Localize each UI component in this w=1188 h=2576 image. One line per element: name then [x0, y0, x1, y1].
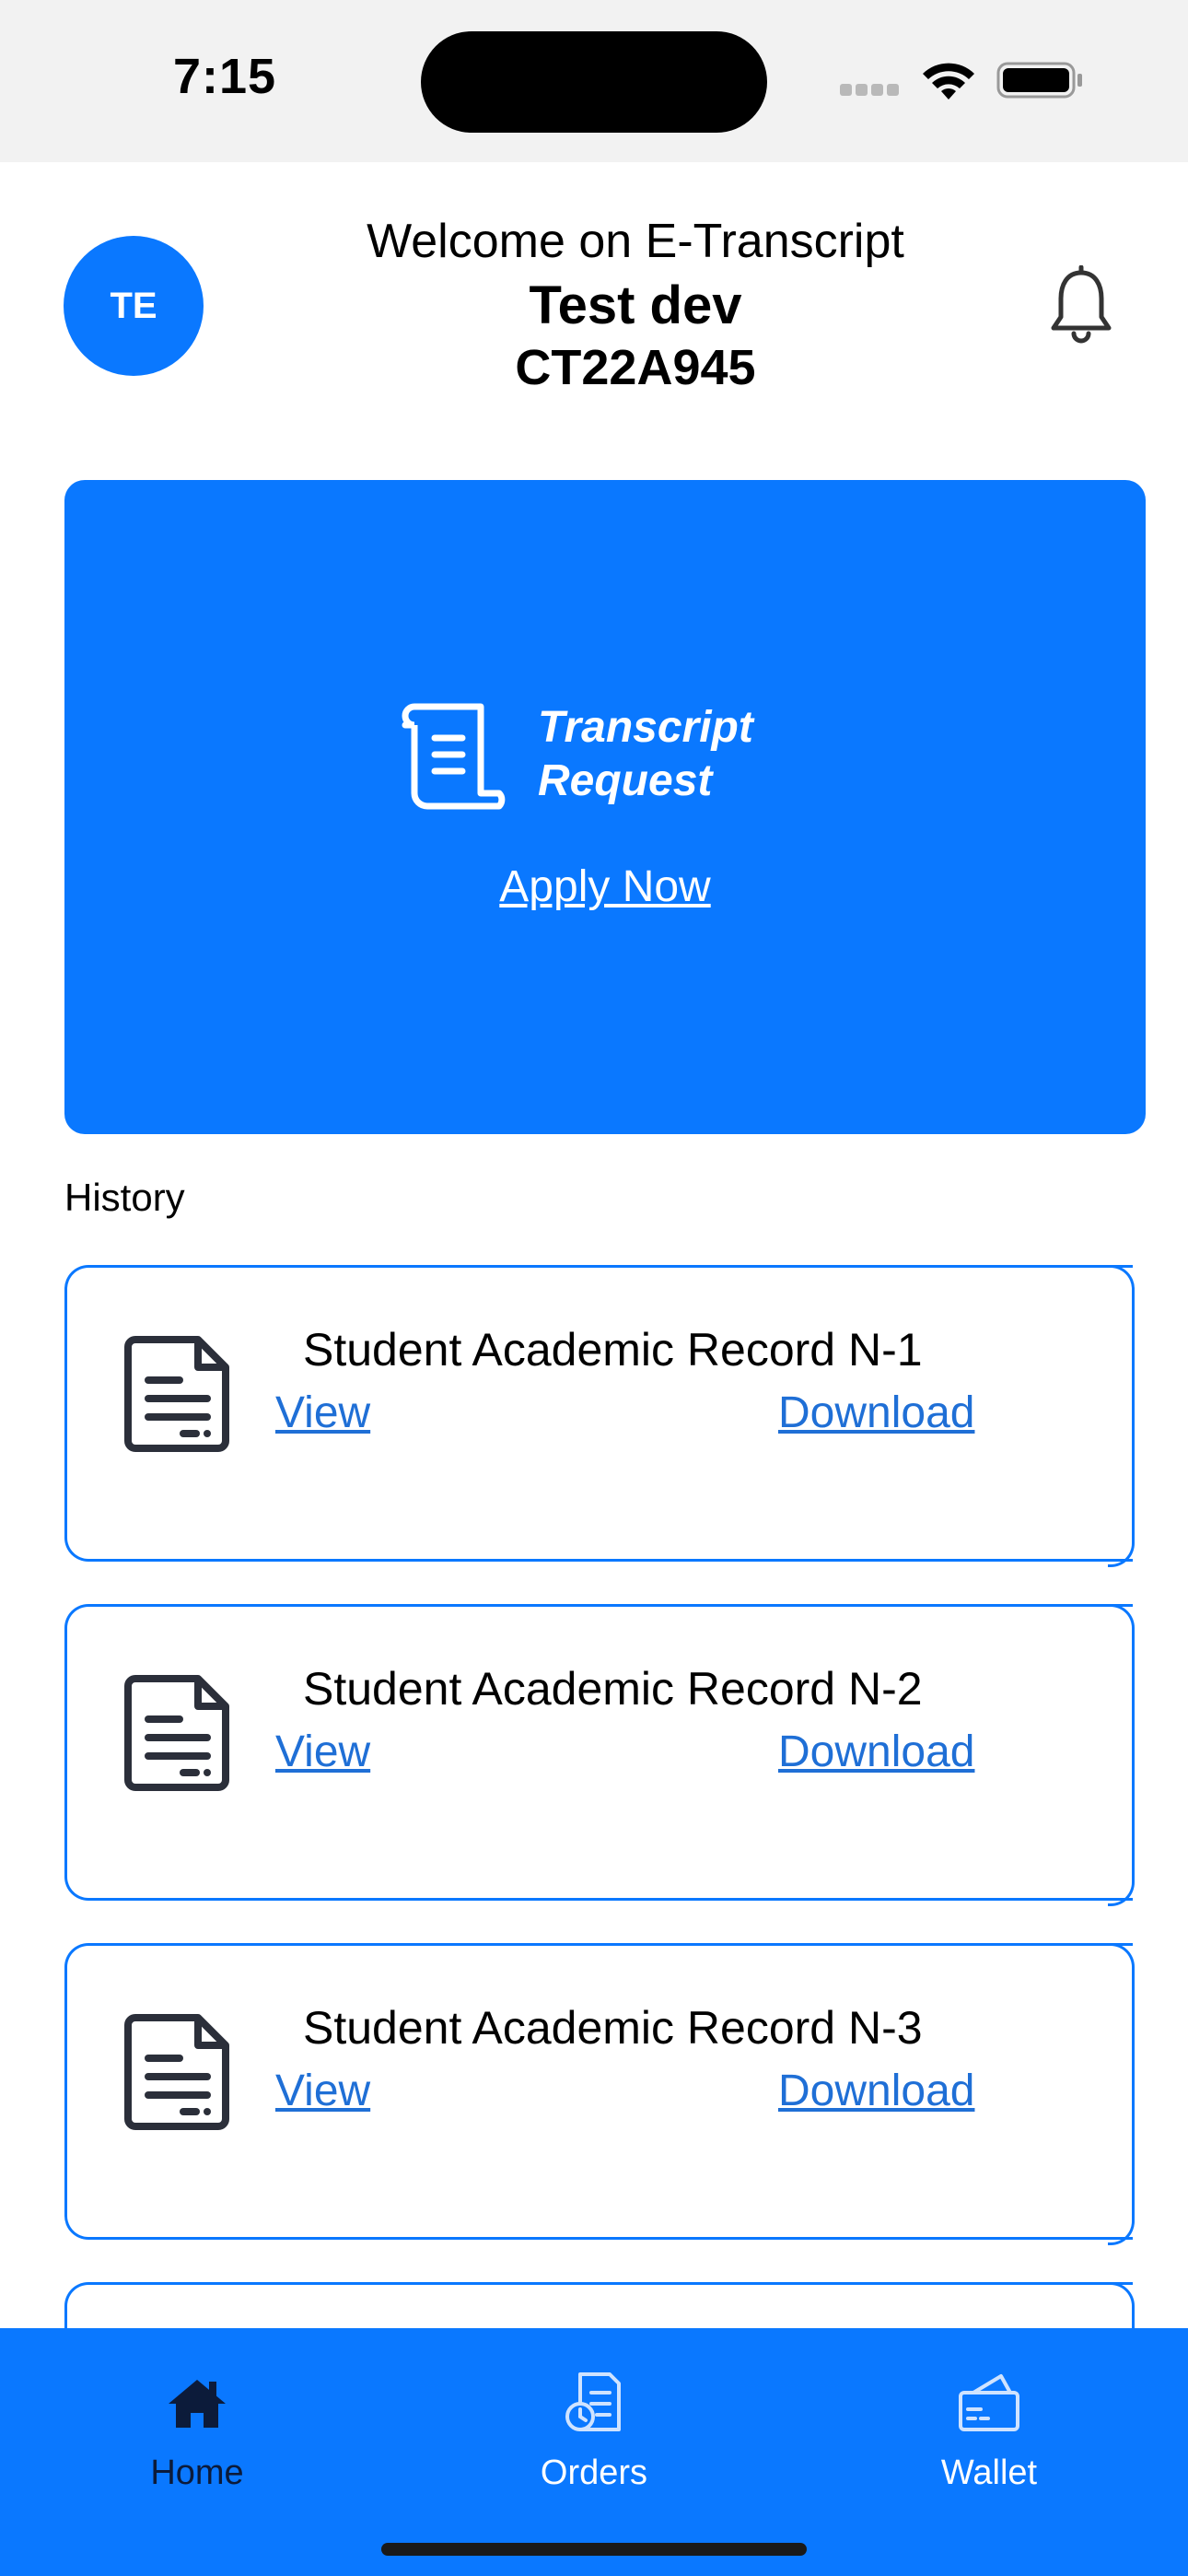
- history-heading: History: [64, 1176, 185, 1219]
- history-card: Student Academic Record N-2 View Downloa…: [64, 1604, 1135, 1906]
- record-title: Student Academic Record N-2: [303, 1663, 923, 1715]
- scroll-icon: [402, 703, 506, 810]
- home-icon: [169, 2380, 226, 2428]
- battery-icon: [996, 62, 1082, 99]
- tab-home-label: Home: [150, 2453, 244, 2492]
- status-bar: 7:15: [0, 0, 1188, 162]
- tab-bar: Home Orders Wallet: [0, 2328, 1188, 2576]
- wallet-icon: [959, 2374, 1019, 2431]
- download-link[interactable]: Download: [778, 2066, 974, 2116]
- home-indicator: [381, 2543, 807, 2556]
- document-icon: [124, 2014, 229, 2130]
- bell-icon[interactable]: [1048, 265, 1114, 346]
- hero-title-line2: Request: [538, 756, 713, 805]
- download-link[interactable]: Download: [778, 1388, 974, 1438]
- dynamic-island: [421, 31, 767, 133]
- tab-wallet-label: Wallet: [940, 2453, 1038, 2492]
- tab-home[interactable]: Home: [96, 2369, 298, 2493]
- history-card: Student Academic Record N-3 View Downloa…: [64, 1943, 1135, 2245]
- orders-icon: [565, 2372, 621, 2431]
- cellular-signal-icon: [840, 84, 906, 97]
- download-link[interactable]: Download: [778, 1727, 974, 1777]
- user-id: CT22A945: [515, 340, 756, 395]
- hero-title-line1: Transcript: [538, 703, 753, 752]
- view-link[interactable]: View: [275, 2066, 370, 2116]
- hero-title: Transcript Request: [538, 701, 753, 808]
- document-icon: [124, 1336, 229, 1452]
- header: TE Welcome on E-Transcript Test dev CT22…: [0, 162, 1188, 439]
- welcome-text: Welcome on E-Transcript: [367, 215, 904, 268]
- history-card: Student Academic Record N-1 View Downloa…: [64, 1265, 1135, 1567]
- user-name: Test dev: [529, 275, 742, 335]
- status-time: 7:15: [173, 49, 277, 104]
- screen: 7:15 TE Welcome on E-Transcript Test dev…: [0, 0, 1188, 2576]
- record-title: Student Academic Record N-1: [303, 1324, 923, 1376]
- view-link[interactable]: View: [275, 1727, 370, 1777]
- document-icon: [124, 1675, 229, 1791]
- view-link[interactable]: View: [275, 1388, 370, 1438]
- tab-wallet[interactable]: Wallet: [888, 2369, 1090, 2493]
- record-title: Student Academic Record N-3: [303, 2002, 923, 2054]
- wifi-icon: [923, 63, 974, 100]
- tab-orders[interactable]: Orders: [493, 2369, 695, 2493]
- tab-orders-label: Orders: [540, 2453, 648, 2492]
- transcript-request-card[interactable]: Transcript Request Apply Now: [64, 480, 1146, 1134]
- apply-now-link[interactable]: Apply Now: [64, 861, 1146, 912]
